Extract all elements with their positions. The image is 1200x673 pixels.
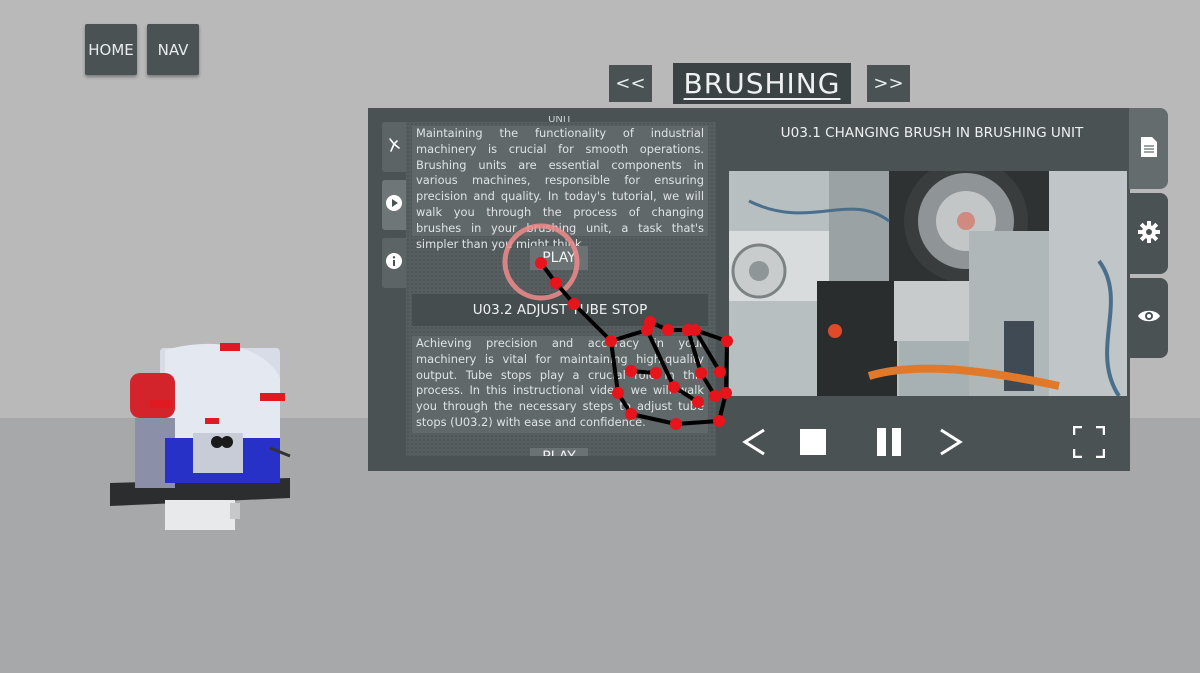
page-title: BRUSHING bbox=[673, 63, 851, 104]
previous-icon bbox=[740, 426, 768, 462]
stop-icon bbox=[800, 429, 826, 459]
home-button[interactable]: HOME bbox=[85, 24, 137, 75]
side-tabs bbox=[382, 122, 406, 288]
fullscreen-button[interactable] bbox=[1070, 420, 1108, 468]
previous-category-button[interactable]: << bbox=[609, 65, 652, 102]
list-item-title-partial: UNIT bbox=[548, 116, 572, 124]
document-icon bbox=[1140, 136, 1158, 162]
play-button[interactable]: PLAY bbox=[530, 246, 588, 270]
view-tab[interactable] bbox=[1129, 278, 1168, 358]
list-item-description: Achieving precision and accuracy in your… bbox=[412, 336, 708, 433]
nav-button[interactable]: NAV bbox=[147, 24, 199, 75]
list-item-description: Maintaining the functionality of industr… bbox=[412, 126, 708, 251]
next-video-button[interactable] bbox=[934, 420, 968, 468]
document-tab[interactable] bbox=[1129, 108, 1168, 189]
fullscreen-icon bbox=[1072, 425, 1106, 462]
tools-icon bbox=[387, 137, 401, 157]
pause-button[interactable] bbox=[873, 420, 905, 468]
info-icon bbox=[385, 252, 403, 274]
gear-icon bbox=[1137, 220, 1160, 247]
eye-icon bbox=[1137, 308, 1161, 328]
video-frame[interactable] bbox=[729, 171, 1127, 396]
settings-tab[interactable] bbox=[1129, 193, 1168, 274]
info-tab[interactable] bbox=[382, 238, 406, 288]
play-circle-icon bbox=[385, 194, 403, 216]
next-category-button[interactable]: >> bbox=[867, 65, 910, 102]
machine-3d-model[interactable] bbox=[105, 338, 300, 538]
stop-button[interactable] bbox=[798, 420, 828, 468]
pause-icon bbox=[875, 428, 903, 460]
videos-tab[interactable] bbox=[382, 180, 406, 230]
next-icon bbox=[937, 426, 965, 462]
tools-tab[interactable] bbox=[382, 122, 406, 172]
previous-video-button[interactable] bbox=[737, 420, 771, 468]
play-button[interactable]: PLAY bbox=[530, 448, 588, 456]
video-title: U03.1 CHANGING BRUSH IN BRUSHING UNIT bbox=[780, 125, 1084, 141]
list-item-title: U03.2 ADJUST TUBE STOP bbox=[412, 294, 708, 326]
